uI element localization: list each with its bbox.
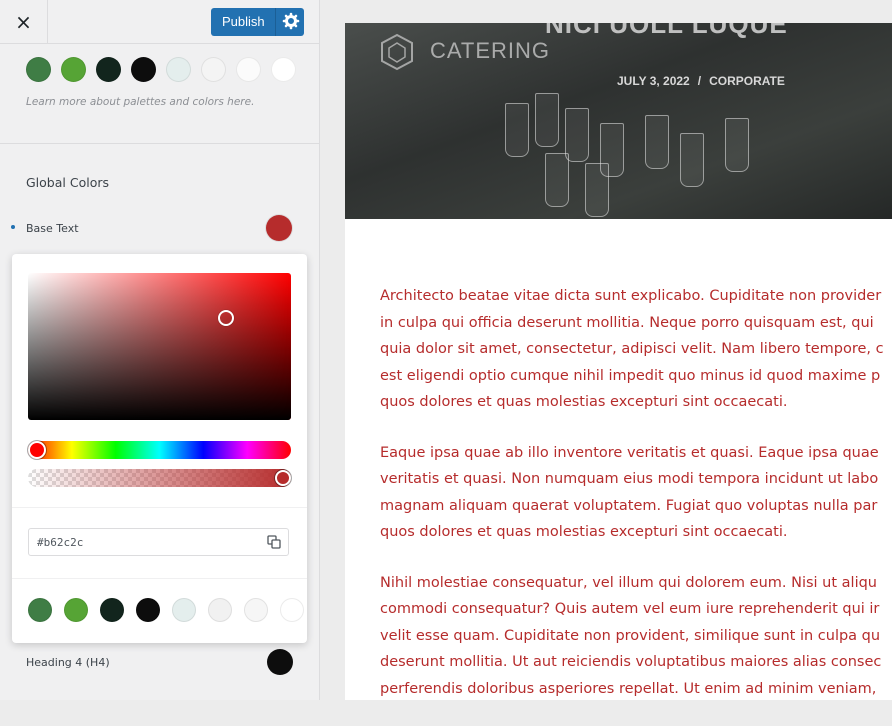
color-swatch[interactable] (166, 57, 191, 82)
meta-separator: / (697, 74, 702, 88)
color-swatch[interactable] (64, 598, 88, 622)
paragraph-line: quos dolores et quas molestias excepturi… (380, 524, 788, 540)
hex-input[interactable]: #b62c2c (28, 528, 289, 556)
paragraph-line: Eaque ipsa quae ab illo inventore verita… (380, 444, 879, 461)
glass-decoration (725, 118, 749, 172)
paragraph-line: in culpa qui officia deserunt mollitia. … (380, 314, 874, 331)
color-swatch[interactable] (172, 598, 196, 622)
color-swatch[interactable] (280, 598, 304, 622)
color-swatch[interactable] (96, 57, 121, 82)
global-colors-title: Global Colors (26, 175, 109, 190)
base-text-label: Base Text (26, 222, 79, 235)
copy-icon[interactable] (267, 535, 281, 549)
heading4-label: Heading 4 (H4) (26, 656, 110, 669)
post-title: NICI UOLL LUQUE (545, 23, 788, 39)
paragraph-line: commodi consequatur? Quis autem vel eum … (380, 601, 880, 617)
post-content: Architecto beatae vitae dicta sunt expli… (380, 283, 892, 726)
color-swatch[interactable] (61, 57, 86, 82)
paragraph: Eaque ipsa quae ab illo inventore verita… (380, 440, 892, 546)
paragraph-line: deserunt mollitia. Ut aut reiciendis vol… (380, 654, 882, 670)
paragraph-line: veritatis et quasi. Non numquam eius mod… (380, 471, 879, 487)
saturation-handle[interactable] (218, 310, 234, 326)
glass-decoration (545, 153, 569, 207)
color-swatch[interactable] (271, 57, 296, 82)
glass-decoration (585, 163, 609, 217)
color-swatch[interactable] (131, 57, 156, 82)
active-indicator-dot (11, 225, 15, 229)
section-divider (0, 143, 319, 144)
customizer-header: × Publish (0, 0, 319, 44)
publish-label: Publish (222, 14, 265, 29)
paragraph: Architecto beatae vitae dicta sunt expli… (380, 283, 892, 416)
color-swatch[interactable] (26, 57, 51, 82)
glass-decoration (535, 93, 559, 147)
paragraph-line: quia dolor sit amet, consectetur, adipis… (380, 341, 884, 357)
close-icon: × (15, 9, 32, 34)
color-swatch[interactable] (208, 598, 232, 622)
color-swatch[interactable] (28, 598, 52, 622)
paragraph-line: Architecto beatae vitae dicta sunt expli… (380, 288, 882, 304)
glass-decoration (505, 103, 529, 157)
close-button[interactable]: × (0, 0, 48, 43)
glass-decoration (680, 133, 704, 187)
hero-image: NICI UOLL LUQUE CATERING JULY 3, 2022 / CO… (345, 23, 892, 219)
color-swatch[interactable] (136, 598, 160, 622)
alpha-slider[interactable] (28, 469, 291, 487)
alpha-handle[interactable] (275, 470, 291, 486)
logo-text[interactable]: CATERING (430, 38, 550, 64)
color-swatch[interactable] (201, 57, 226, 82)
site-preview: NICI UOLL LUQUE CATERING JULY 3, 2022 / CO… (345, 23, 892, 700)
post-category[interactable]: CORPORATE (709, 74, 785, 88)
learn-more-link[interactable]: Learn more about palettes and colors her… (26, 96, 254, 108)
paragraph-line: perferendis doloribus asperiores repella… (380, 680, 877, 697)
glass-decoration (645, 115, 669, 169)
palette-swatches (26, 57, 296, 82)
paragraph-line: magnam aliquam quaerat voluptatem. Fugia… (380, 497, 878, 514)
paragraph: Nihil molestiae consequatur, vel illum q… (380, 570, 892, 703)
color-swatch[interactable] (100, 598, 124, 622)
logo-icon[interactable] (380, 33, 414, 71)
paragraph-line: est eligendi optio cumque nihil impedit … (380, 367, 881, 384)
saturation-area[interactable] (28, 273, 291, 420)
paragraph-line: velit esse quam. Cupiditate non providen… (380, 627, 881, 644)
hue-handle[interactable] (28, 441, 46, 459)
publish-button[interactable]: Publish (211, 8, 304, 36)
hex-value: #b62c2c (37, 536, 84, 549)
hue-slider[interactable] (28, 441, 291, 459)
post-date[interactable]: JULY 3, 2022 (617, 74, 690, 88)
picker-divider (12, 578, 307, 579)
picker-palette-swatches (28, 598, 304, 622)
color-picker-popover: #b62c2c (12, 254, 307, 643)
base-text-color-swatch[interactable] (266, 215, 292, 241)
color-swatch[interactable] (244, 598, 268, 622)
heading4-color-swatch[interactable] (267, 649, 293, 675)
paragraph-line: quos dolores et quas molestias excepturi… (380, 394, 788, 410)
gear-icon[interactable] (281, 11, 301, 31)
picker-divider (12, 507, 307, 508)
post-meta: JULY 3, 2022 / CORPORATE (617, 74, 785, 88)
customizer-panel: × Publish Learn more about palettes and … (0, 0, 320, 700)
publish-divider (275, 8, 276, 36)
paragraph-line: Nihil molestiae consequatur, vel illum q… (380, 574, 878, 591)
color-swatch[interactable] (236, 57, 261, 82)
